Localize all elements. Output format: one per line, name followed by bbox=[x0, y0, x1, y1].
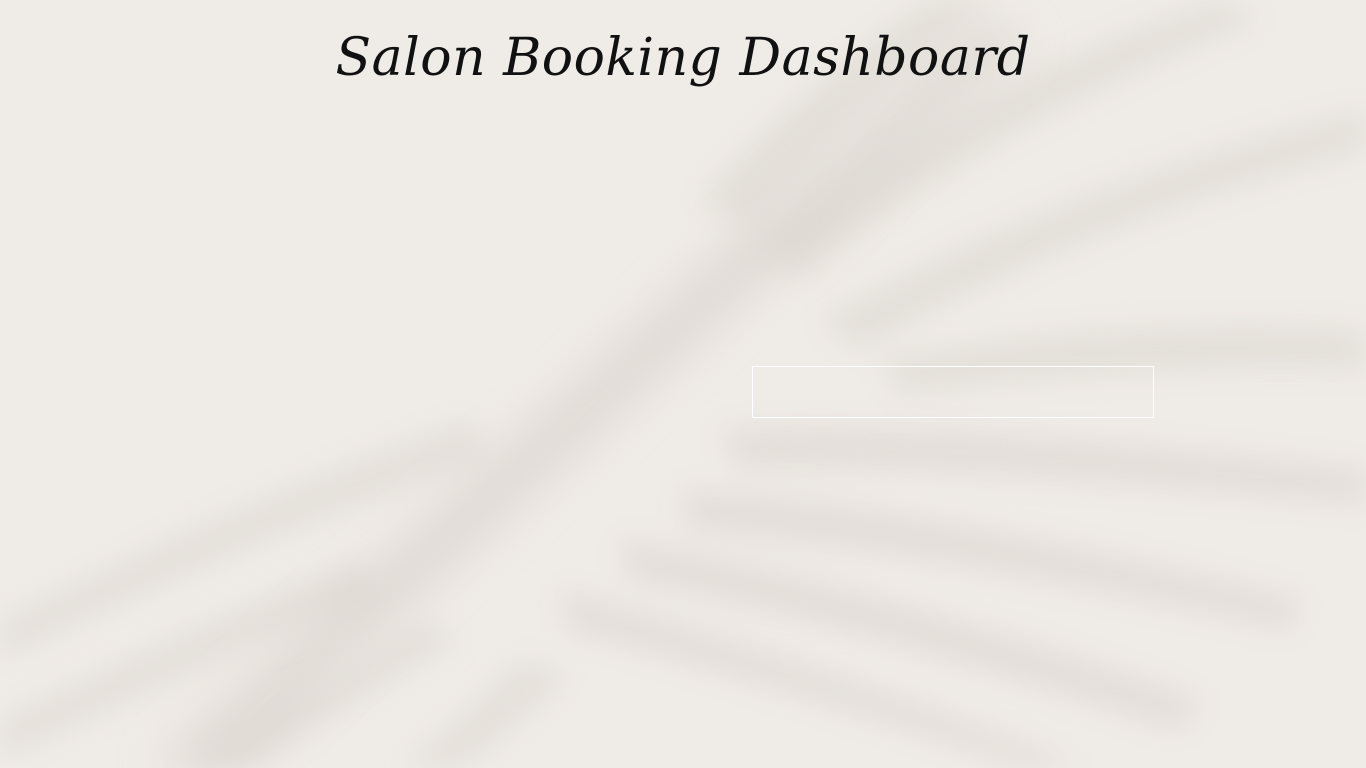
palm-leaf-shadow-background bbox=[0, 0, 1366, 768]
text-input[interactable] bbox=[752, 366, 1154, 418]
page-title: Salon Booking Dashboard bbox=[335, 28, 1031, 88]
